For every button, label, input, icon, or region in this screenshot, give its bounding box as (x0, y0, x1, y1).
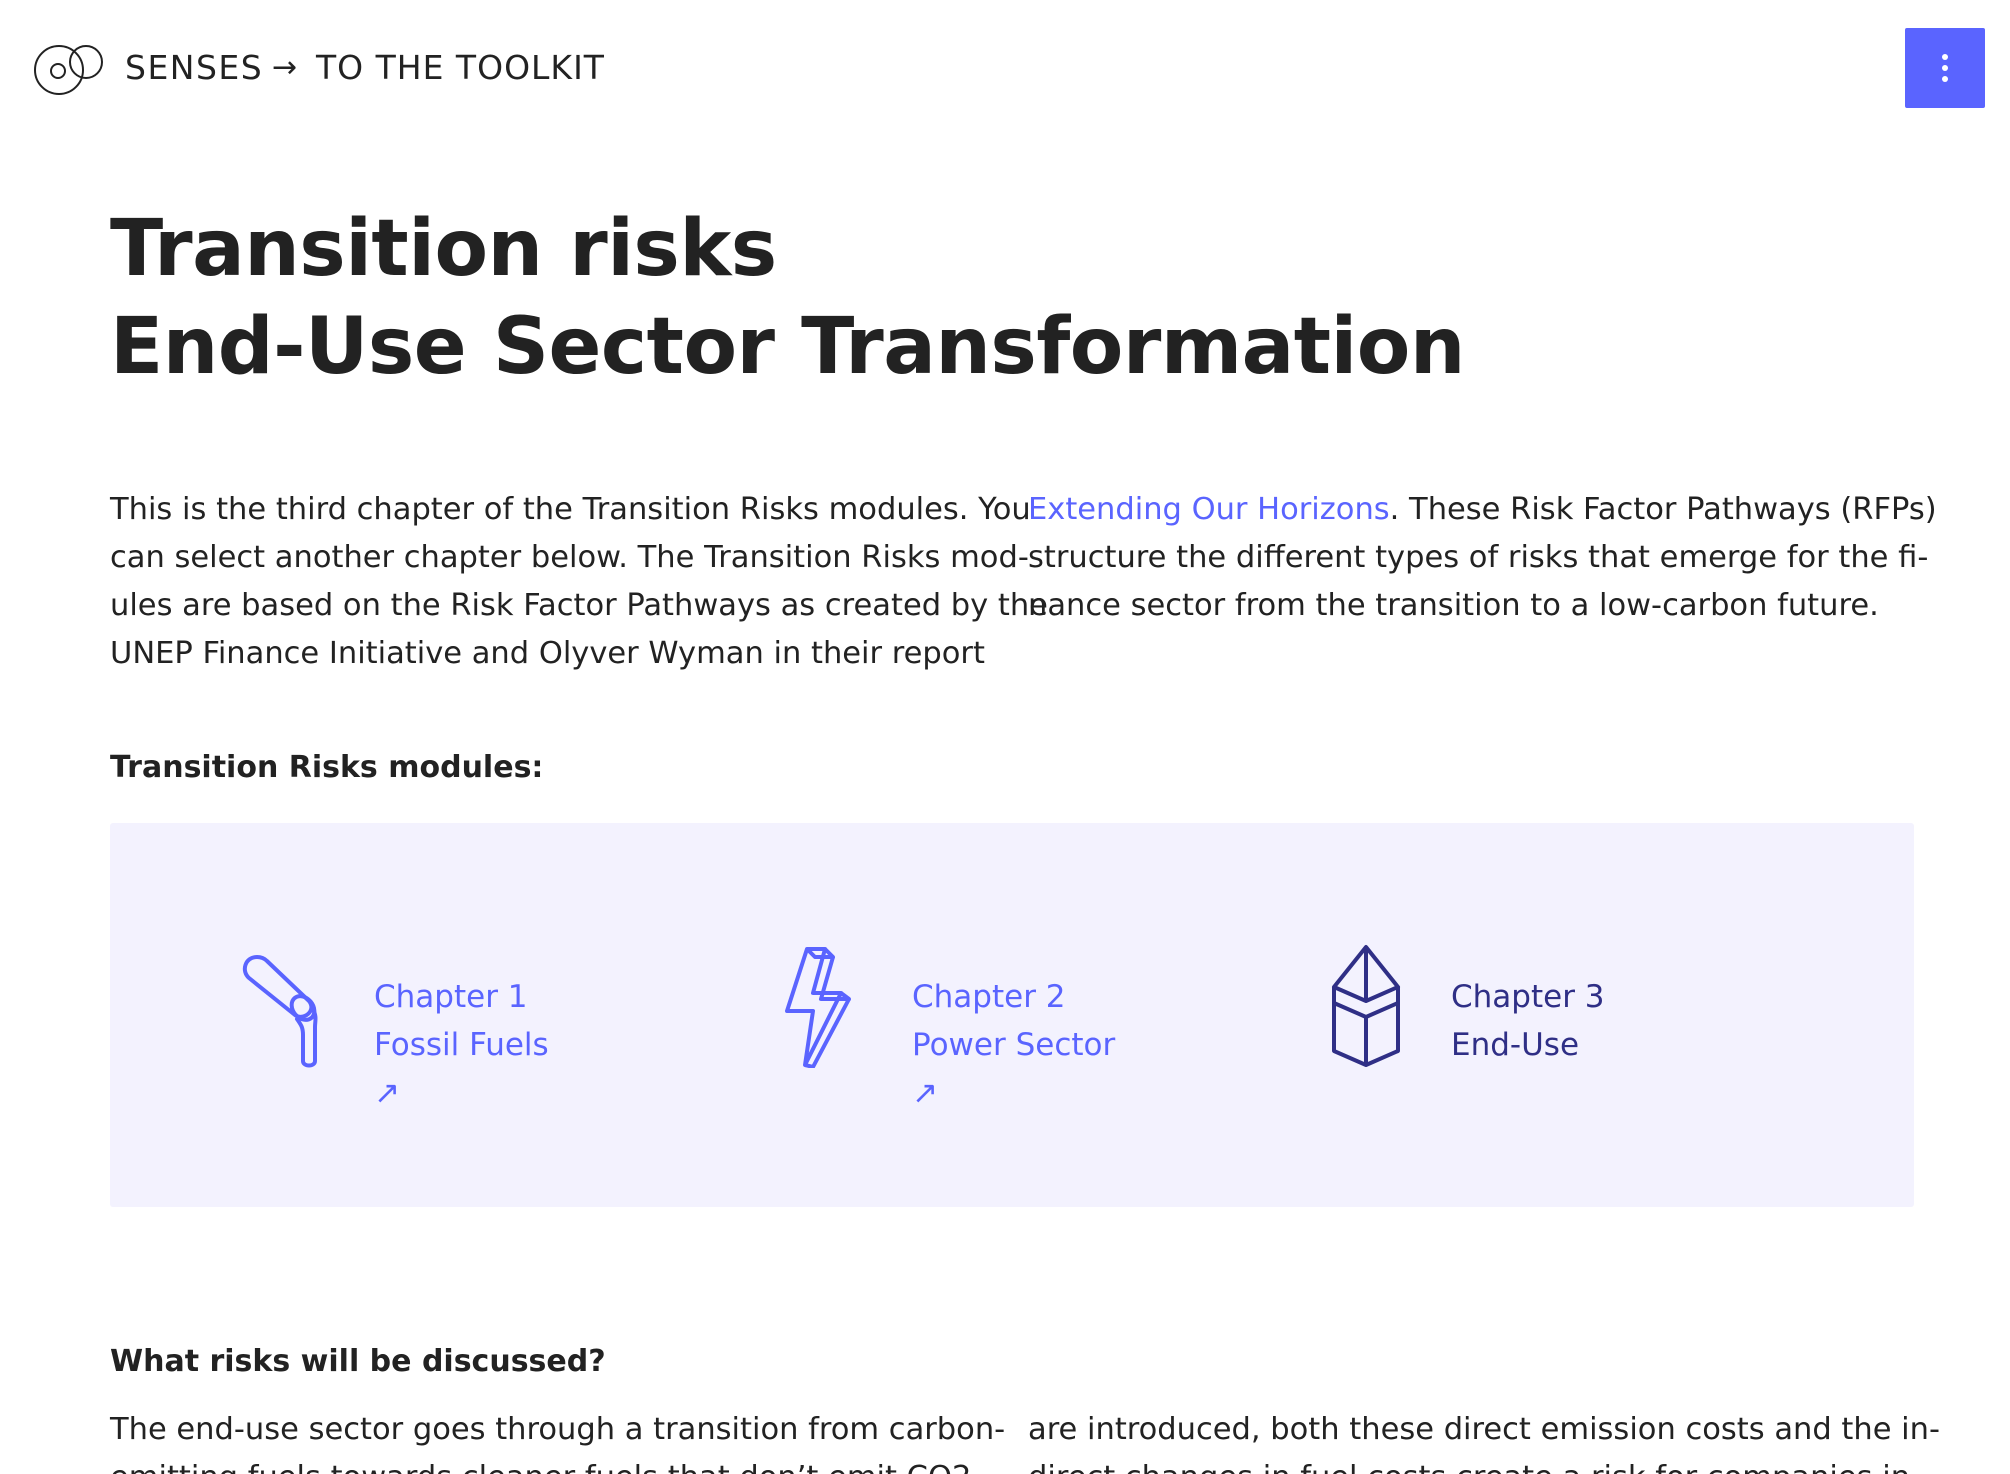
intro-text-left: This is the third chapter of the Transit… (110, 486, 1048, 678)
module-label: Chapter 2 Power Sector ↗ (912, 973, 1115, 1117)
intro-line-rest: . These Risk Factor Pathways (RFPs) (1389, 492, 1937, 527)
risks-line: The end-use sector goes through a transi… (110, 1412, 1006, 1447)
risks-text-right: are introduced, both these direct emissi… (1028, 1406, 1940, 1474)
module-name-line: Power Sector ↗ (912, 1021, 1115, 1117)
page: SENSES → TO THE TOOLKIT Transition risks… (0, 0, 2010, 1474)
risks-line: are introduced, both these direct emissi… (1028, 1412, 1940, 1447)
intro-line: nance sector from the transition to a lo… (1028, 588, 1879, 623)
intro-line: structure the different types of risks t… (1028, 540, 1929, 575)
brand-link[interactable]: SENSES (125, 48, 263, 88)
intro-line: This is the third chapter of the Transit… (110, 492, 1031, 527)
module-label: Chapter 1 Fossil Fuels ↗ (374, 973, 549, 1117)
pipe-icon (242, 955, 318, 1068)
module-name: Fossil Fuels (374, 1027, 549, 1063)
site-header: SENSES → TO THE TOOLKIT (0, 0, 2010, 138)
module-chapter: Chapter 2 (912, 979, 1066, 1015)
intro-line: Extending Our Horizons. These Risk Facto… (1028, 486, 1937, 534)
external-arrow-icon: ↗ (912, 1075, 938, 1111)
lightning-bolt-icon (785, 947, 851, 1068)
intro-line: ules are based on the Risk Factor Pathwa… (110, 588, 1048, 623)
external-arrow-icon: ↗ (374, 1075, 400, 1111)
senses-logo-icon[interactable] (33, 38, 109, 98)
page-title-line-1: Transition risks (110, 204, 777, 294)
module-name-line: Fossil Fuels ↗ (374, 1021, 549, 1117)
modules-heading: Transition Risks modules: (110, 750, 544, 785)
risks-line: emitting fuels towards cleaner fuels tha… (110, 1454, 1005, 1474)
breadcrumb-arrow-icon: → (272, 50, 298, 85)
menu-button[interactable] (1905, 28, 1985, 108)
intro-line: UNEP Finance Initiative and Olyver Wyman… (110, 636, 985, 671)
intro-text-right: Extending Our Horizons. These Risk Facto… (1028, 486, 1937, 630)
risks-text-left: The end-use sector goes through a transi… (110, 1406, 1005, 1474)
module-name: Power Sector (912, 1027, 1116, 1063)
page-title: Transition risks End-Use Sector Transfor… (110, 200, 1465, 396)
module-chapter: Chapter 3 (1451, 979, 1605, 1015)
report-link[interactable]: Extending Our Horizons (1028, 492, 1390, 527)
modules-panel: Chapter 1 Fossil Fuels ↗ Chapter 2 Power… (110, 823, 1914, 1207)
box-icon (1332, 945, 1400, 1067)
page-title-line-2: End-Use Sector Transformation (110, 302, 1465, 392)
module-label: Chapter 3 End-Use (1451, 973, 1605, 1069)
module-name: End-Use (1451, 1027, 1580, 1063)
intro-line: can select another chapter below. The Tr… (110, 540, 1029, 575)
toolkit-link[interactable]: TO THE TOOLKIT (316, 48, 605, 88)
risks-heading: What risks will be discussed? (110, 1344, 606, 1379)
risks-line: direct changes in fuel costs create a ri… (1028, 1454, 1940, 1474)
module-chapter: Chapter 1 (374, 979, 528, 1015)
